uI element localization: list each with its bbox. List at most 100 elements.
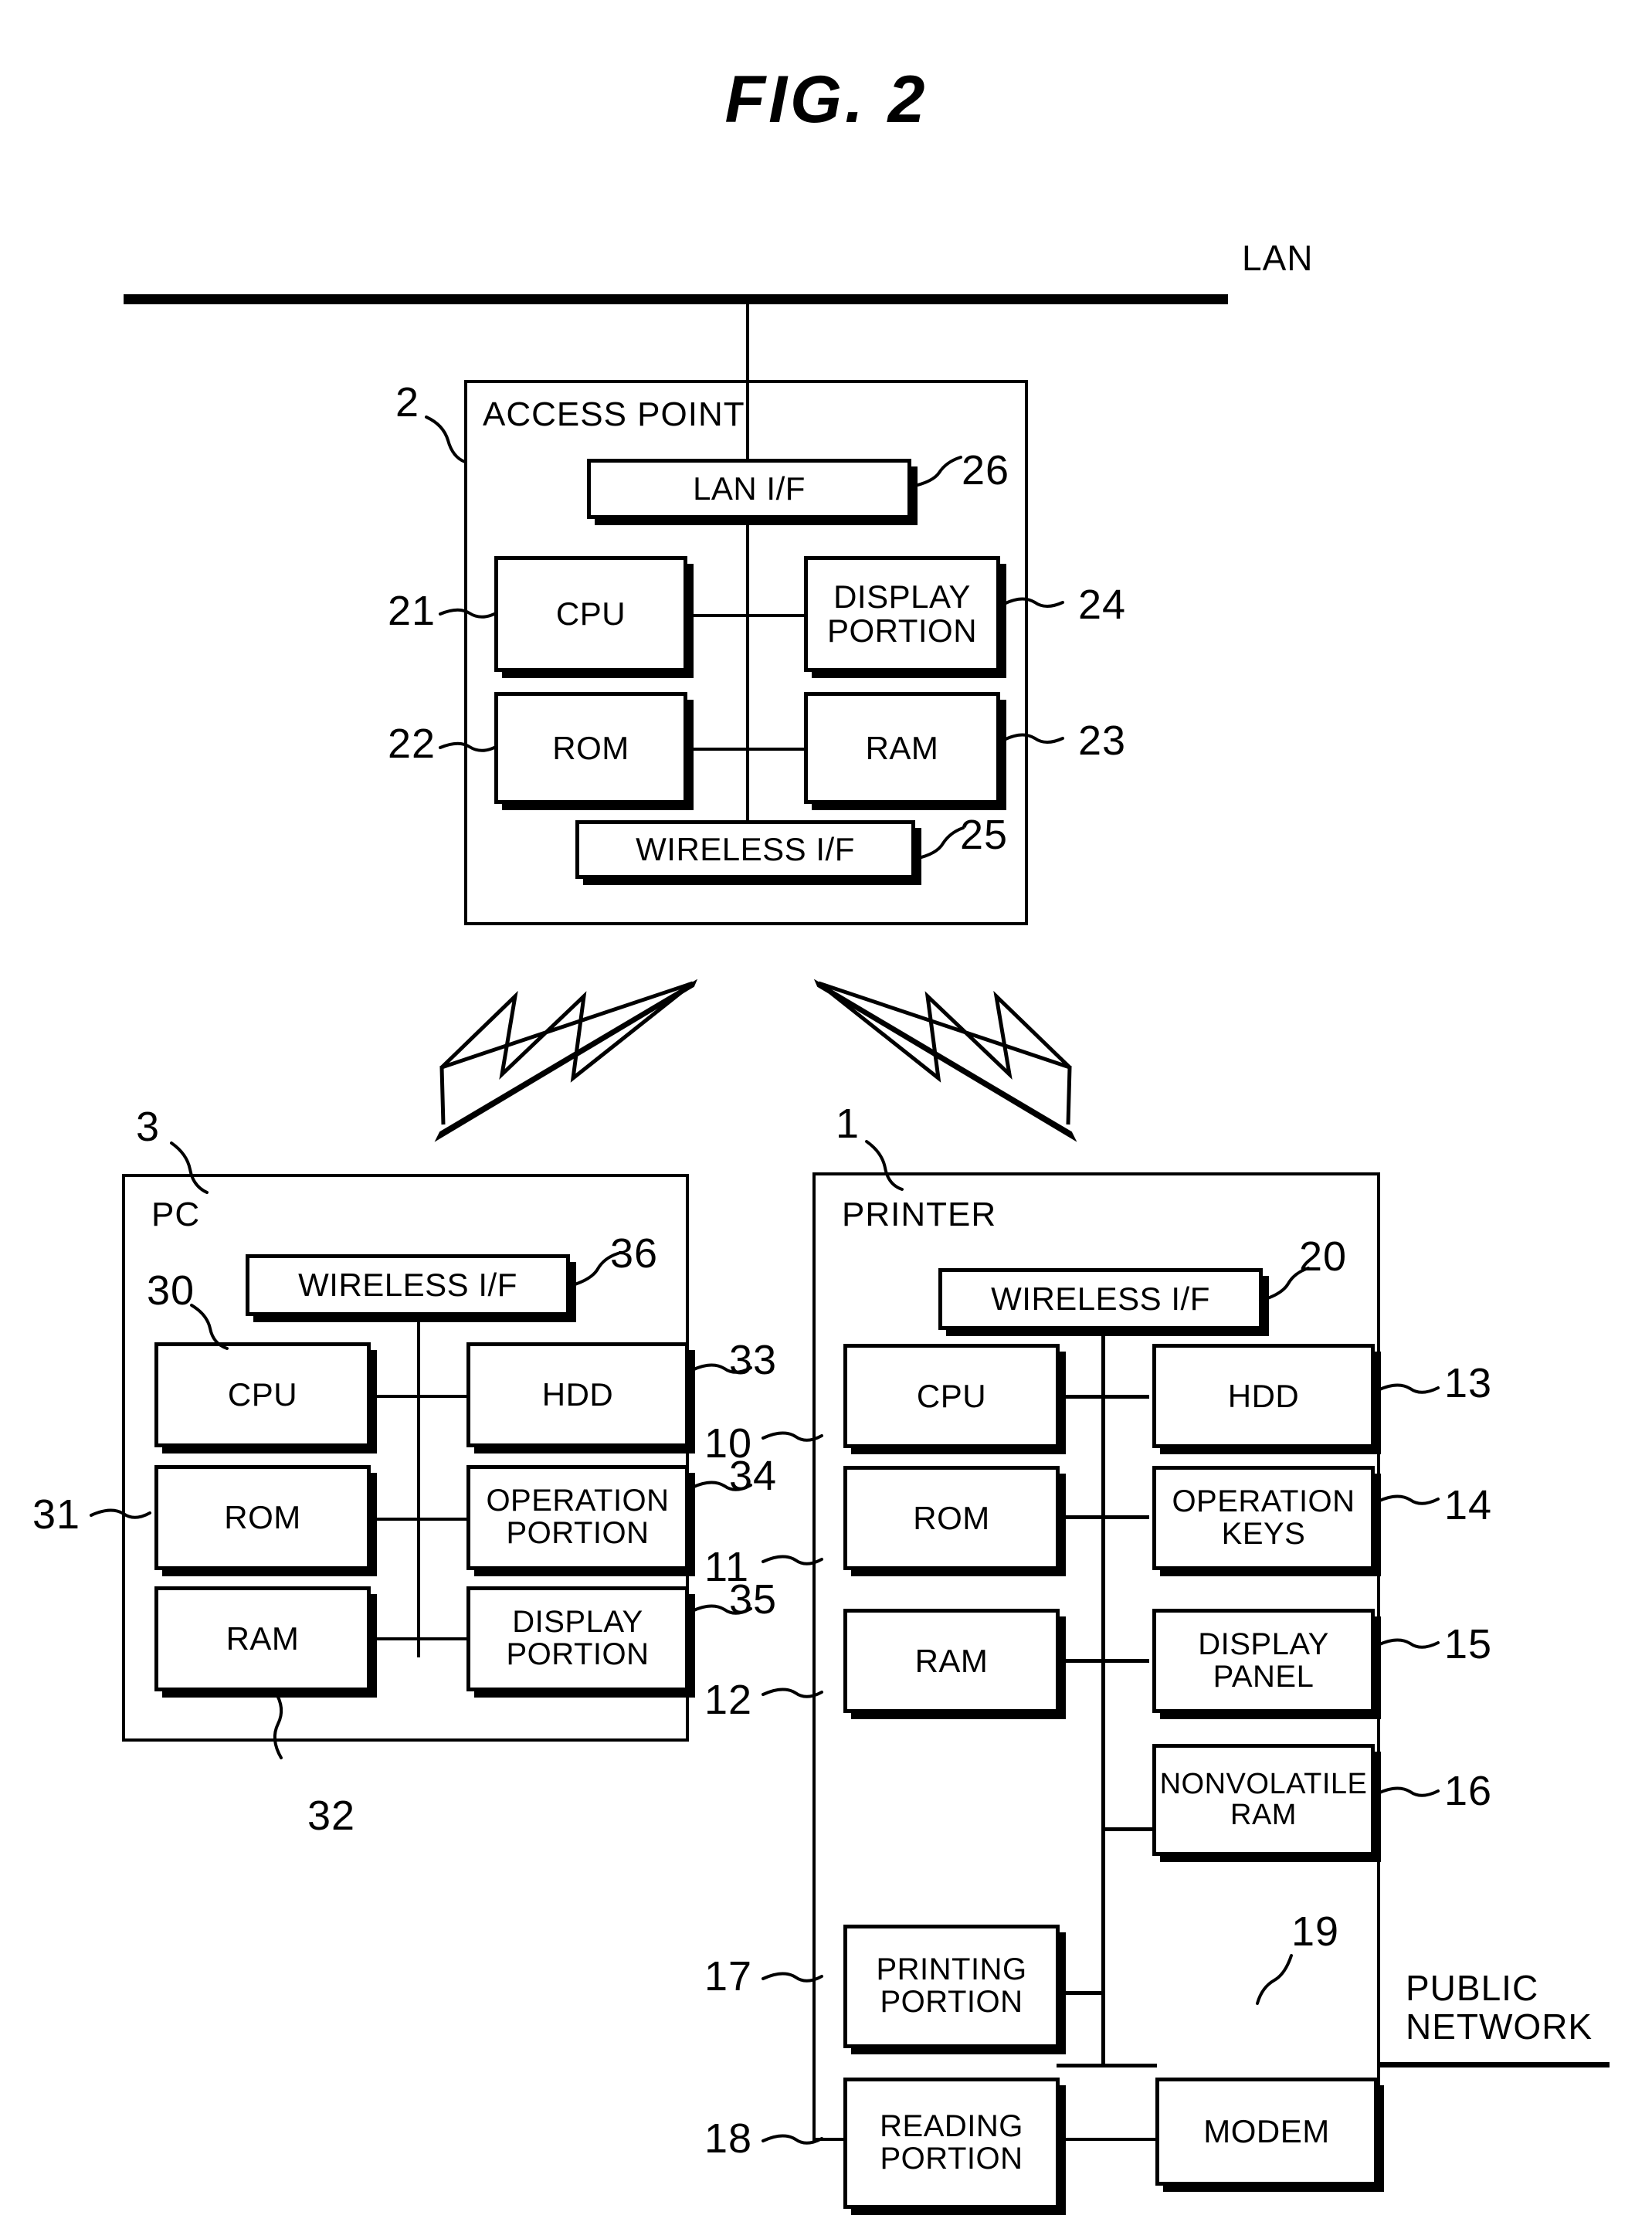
ap-bus-cpu-display [684,614,808,617]
wireless-bolt-to-pc-outline-icon [434,979,698,1142]
ref-10-printer-cpu: 10 [704,1420,753,1467]
printer-block-reading-portion-label: READING PORTION [880,2109,1023,2176]
pc-title: PC [151,1196,201,1233]
ap-block-wireless-if-label: WIRELESS I/F [636,831,855,868]
pc-block-display-portion[interactable]: DISPLAY PORTION [466,1586,689,1691]
ap-block-display-portion[interactable]: DISPLAY PORTION [804,556,1000,672]
ref-32-pc-ram: 32 [307,1793,356,1839]
leader-ref-13 [1376,1383,1440,1394]
ref-30-pc-cpu: 30 [147,1267,195,1314]
pc-block-display-portion-label: DISPLAY PORTION [506,1605,650,1671]
printer-block-operation-keys[interactable]: OPERATION KEYS [1152,1466,1375,1570]
leader-ref-14 [1376,1494,1440,1505]
ref-26-lan-if: 26 [962,447,1010,494]
ref-36-pc-wireless-if: 36 [610,1230,659,1277]
pc-block-cpu[interactable]: CPU [154,1342,371,1447]
ref-1-printer: 1 [836,1101,860,1147]
figure-title: FIG. 2 [724,63,928,137]
printer-block-hdd[interactable]: HDD [1152,1344,1375,1448]
ap-bus-rom-ram [684,748,808,751]
printer-block-ram-label: RAM [914,1642,989,1679]
ap-block-lan-if-label: LAN I/F [693,470,806,507]
pc-bus-rom-operation [371,1518,467,1521]
ap-block-rom-label: ROM [552,729,629,766]
printer-title: PRINTER [842,1196,997,1233]
pc-block-operation-portion[interactable]: OPERATION PORTION [466,1465,689,1570]
printer-block-wireless-if[interactable]: WIRELESS I/F [938,1268,1263,1330]
pc-vertical-bus [417,1315,420,1657]
access-point-title: ACCESS POINT [483,395,745,433]
figure-canvas: FIG. 2 LAN ACCESS POINT 2 LAN I/F 26 CPU… [0,0,1652,2232]
ref-21-cpu: 21 [388,588,436,634]
ref-25-wireless-if: 25 [960,812,1009,858]
ref-17-printer-printing-portion: 17 [704,1953,753,2000]
lan-backbone-line [124,294,1228,304]
ap-block-rom[interactable]: ROM [494,692,687,804]
pc-block-rom-label: ROM [224,1499,301,1536]
public-network-line [1378,2062,1610,2067]
printer-bus-printing-portion [1057,1991,1104,1995]
printer-vertical-bus [1101,1313,1105,2064]
ref-2-access-point: 2 [395,379,420,426]
printer-block-modem[interactable]: MODEM [1155,2078,1378,2186]
printer-block-printing-portion[interactable]: PRINTING PORTION [843,1925,1060,2048]
pc-block-ram[interactable]: RAM [154,1586,371,1691]
ref-22-rom: 22 [388,721,436,767]
ap-block-ram-label: RAM [865,729,939,766]
printer-block-cpu[interactable]: CPU [843,1344,1060,1448]
lan-drop-wire [746,303,749,459]
pc-block-wireless-if-label: WIRELESS I/F [298,1267,517,1304]
printer-bus-reading-portion-modem [1057,2064,1157,2067]
leader-ref-15 [1376,1638,1440,1649]
ref-3-pc: 3 [136,1104,161,1150]
ref-12-printer-ram: 12 [704,1677,753,1723]
ref-31-pc-rom: 31 [32,1491,81,1538]
ap-block-wireless-if[interactable]: WIRELESS I/F [575,820,915,879]
printer-block-ram[interactable]: RAM [843,1609,1060,1713]
printer-bus-rom-operation-keys [1058,1515,1149,1519]
printer-block-modem-label: MODEM [1203,2113,1330,2150]
printer-bus-ram-display-panel [1058,1659,1149,1663]
ref-18-printer-reading-portion: 18 [704,2115,753,2162]
ref-33-pc-hdd: 33 [729,1337,778,1383]
pc-block-wireless-if[interactable]: WIRELESS I/F [246,1254,570,1316]
printer-block-reading-portion[interactable]: READING PORTION [843,2078,1060,2209]
ap-block-cpu[interactable]: CPU [494,556,687,672]
ref-15-printer-display-panel: 15 [1444,1621,1493,1667]
printer-block-operation-keys-label: OPERATION KEYS [1172,1484,1355,1551]
ref-16-printer-nonvolatile-ram: 16 [1444,1768,1493,1814]
printer-block-hdd-label: HDD [1227,1377,1300,1414]
ref-24-display-portion: 24 [1078,582,1127,628]
printer-block-display-panel[interactable]: DISPLAY PANEL [1152,1609,1375,1713]
ap-block-display-portion-label: DISPLAY PORTION [826,578,978,649]
pc-block-operation-portion-label: OPERATION PORTION [486,1484,670,1550]
printer-block-rom[interactable]: ROM [843,1466,1060,1570]
ref-20-printer-wireless-if: 20 [1299,1233,1348,1280]
lan-label: LAN [1242,238,1314,278]
public-network-label: PUBLIC NETWORK [1406,1969,1630,2046]
pc-bus-cpu-hdd [371,1395,467,1398]
pc-block-hdd-label: HDD [541,1376,614,1413]
ap-block-lan-if[interactable]: LAN I/F [587,459,911,519]
ap-block-cpu-label: CPU [555,595,626,633]
printer-block-printing-portion-label: PRINTING PORTION [876,1952,1027,2019]
leader-ref-2 [425,416,466,463]
pc-block-cpu-label: CPU [227,1376,298,1413]
ref-23-ram: 23 [1078,717,1127,764]
pc-bus-ram-display [371,1637,467,1640]
printer-block-nonvolatile-ram[interactable]: NONVOLATILE RAM [1152,1744,1375,1856]
printer-block-wireless-if-label: WIRELESS I/F [991,1281,1210,1318]
pc-block-hdd[interactable]: HDD [466,1342,689,1447]
ref-11-printer-rom: 11 [704,1544,750,1590]
printer-block-rom-label: ROM [913,1499,990,1536]
wireless-bolt-to-pc-icon [439,981,694,1125]
pc-block-ram-label: RAM [226,1620,300,1657]
printer-block-nonvolatile-ram-label: NONVOLATILE RAM [1159,1767,1368,1831]
ref-13-printer-hdd: 13 [1444,1360,1493,1406]
ref-19-printer-modem: 19 [1291,1908,1340,1955]
pc-block-rom[interactable]: ROM [154,1465,371,1570]
printer-bus-nonvolatile-ram [1101,1827,1152,1831]
printer-block-display-panel-label: DISPLAY PANEL [1198,1627,1329,1694]
printer-block-cpu-label: CPU [916,1377,987,1414]
ap-block-ram[interactable]: RAM [804,692,1000,804]
